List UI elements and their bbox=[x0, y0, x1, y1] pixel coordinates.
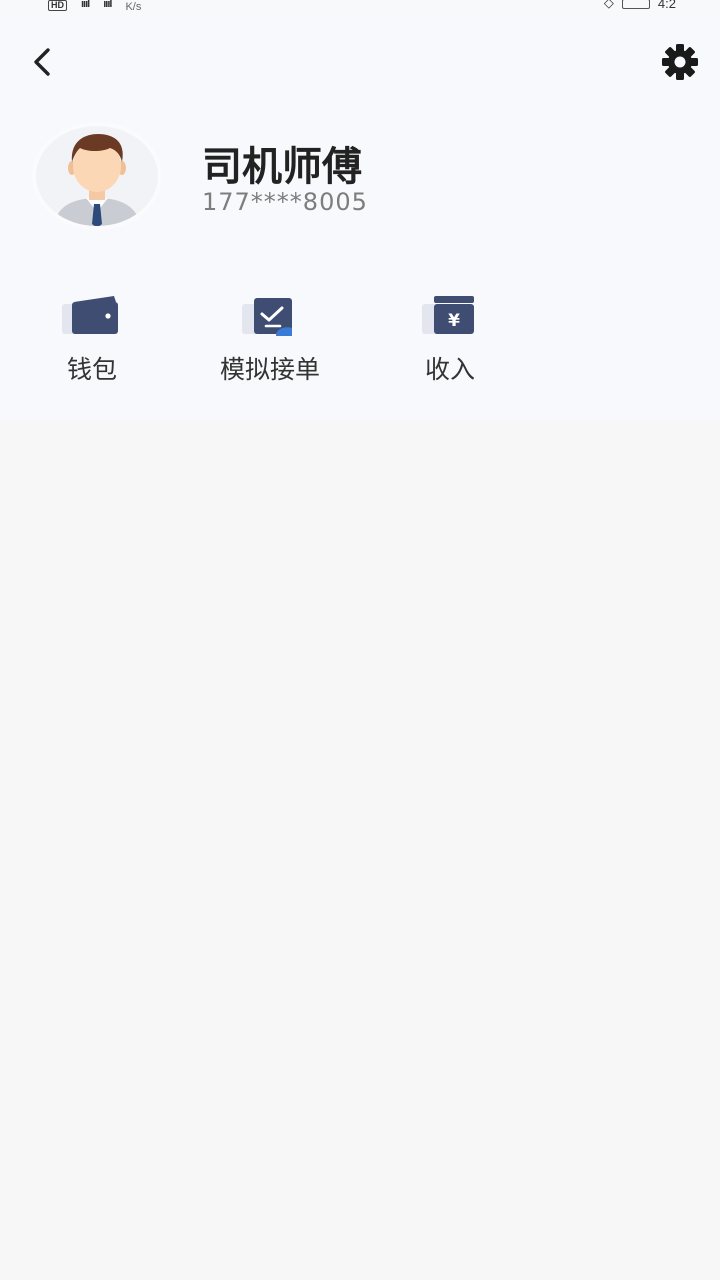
signal-icon-2: ıııl bbox=[103, 0, 112, 10]
avatar[interactable] bbox=[36, 126, 158, 226]
gear-icon bbox=[662, 44, 698, 80]
simulate-order-button[interactable]: 模拟接单 bbox=[180, 294, 360, 394]
user-name: 司机师傅 bbox=[202, 144, 362, 190]
simulate-order-label: 模拟接单 bbox=[219, 355, 320, 384]
income-label: 收入 bbox=[424, 355, 475, 384]
chevron-left-icon bbox=[34, 48, 50, 76]
location-icon: ◇ bbox=[603, 0, 614, 10]
settings-button[interactable] bbox=[660, 42, 700, 82]
network-speed: K/s bbox=[125, 1, 142, 13]
user-avatar-icon bbox=[54, 134, 140, 226]
user-phone: 177****8005 bbox=[202, 188, 368, 216]
wallet-label: 钱包 bbox=[66, 355, 117, 384]
profile-panel: 司机师傅 177****8005 钱包 模拟接单 ¥ 收入 bbox=[0, 16, 720, 420]
content-area bbox=[0, 420, 720, 1280]
yen-income-icon: ¥ bbox=[422, 296, 474, 334]
svg-text:¥: ¥ bbox=[448, 311, 460, 331]
wallet-icon bbox=[62, 296, 118, 334]
status-time: 4:2 bbox=[657, 0, 676, 11]
income-button[interactable]: ¥ 收入 bbox=[360, 294, 540, 394]
battery-icon bbox=[621, 0, 650, 9]
quick-actions: 钱包 模拟接单 ¥ 收入 bbox=[0, 294, 720, 394]
hd-badge: HD bbox=[48, 0, 67, 11]
signal-icon: ıııl bbox=[81, 0, 90, 10]
order-check-icon bbox=[242, 298, 292, 336]
wallet-button[interactable]: 钱包 bbox=[2, 294, 182, 394]
status-bar: HD ıııl ıııl K/s ◇ 4:2 bbox=[0, 0, 720, 16]
back-button[interactable] bbox=[26, 44, 62, 80]
